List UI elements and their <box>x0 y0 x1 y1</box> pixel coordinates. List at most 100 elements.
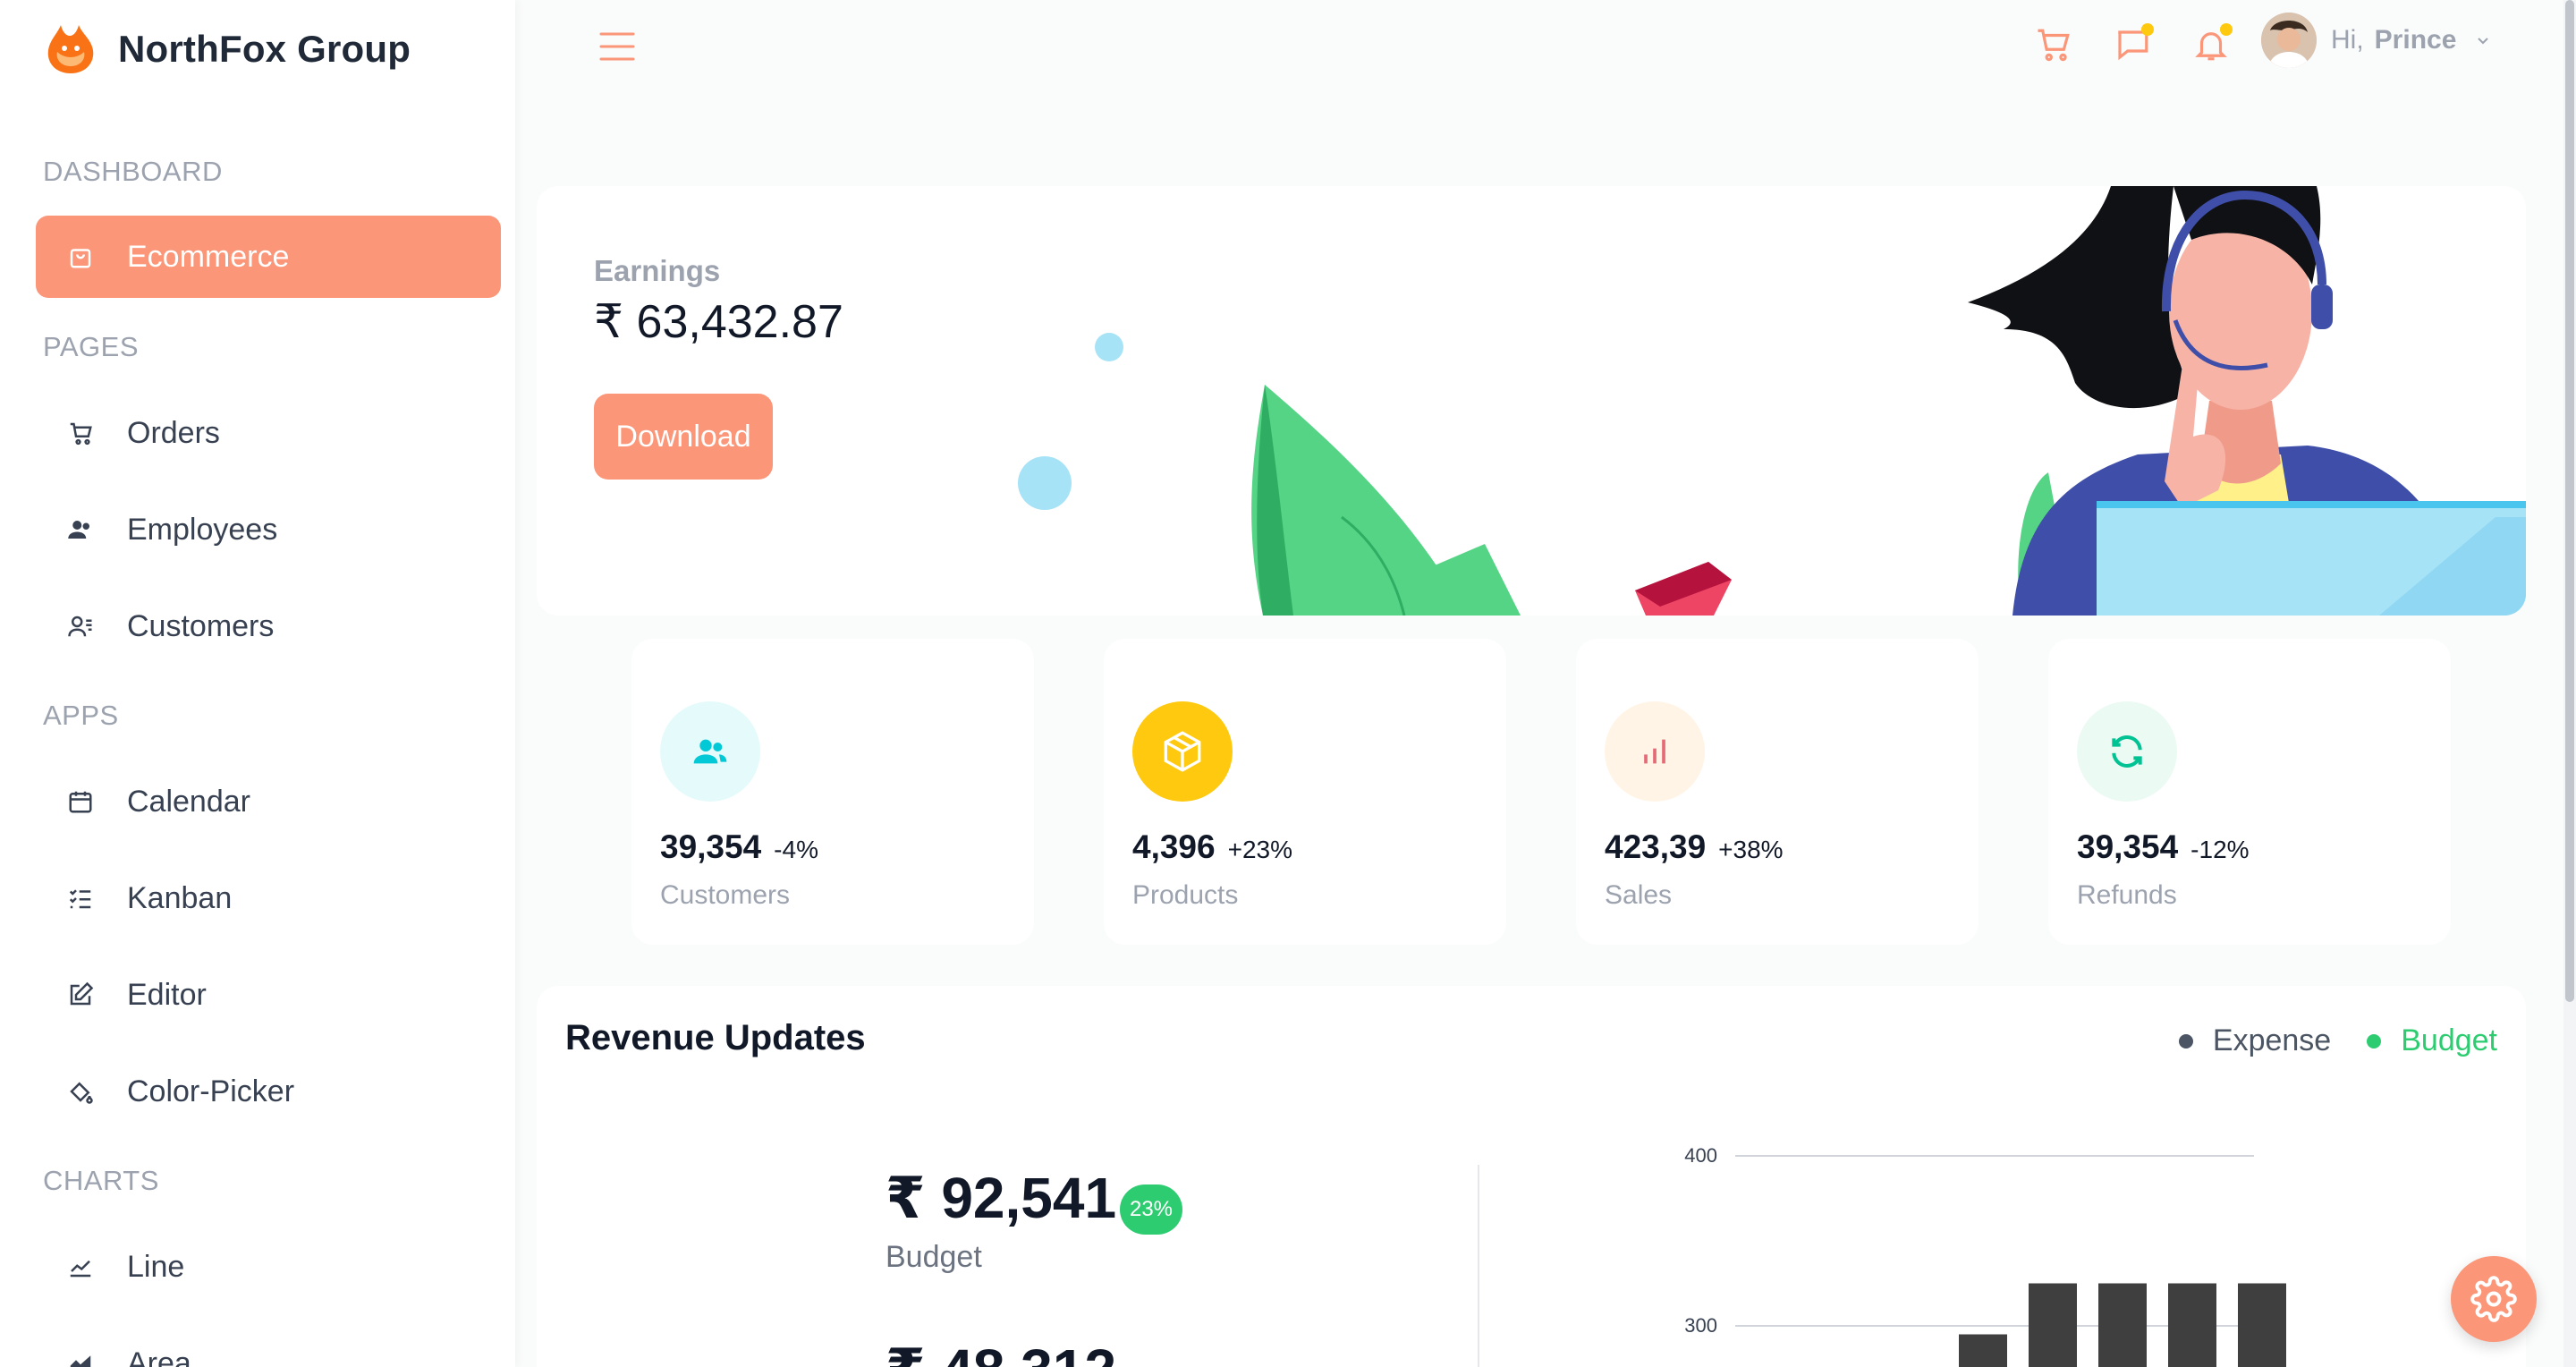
sidebar-item-label: Area <box>127 1346 191 1367</box>
chevron-down-icon <box>2478 38 2489 45</box>
stat-value: 423,39 +38% <box>1605 828 1784 866</box>
line-chart-icon <box>64 1251 97 1283</box>
earnings-label: Earnings <box>594 254 721 287</box>
chat-icon[interactable] <box>2109 21 2156 68</box>
box-icon[interactable] <box>1132 701 1233 802</box>
stat-value: 39,354 -4% <box>660 828 818 866</box>
chart-legend: Expense Budget <box>2178 1023 2497 1058</box>
chart-bar[interactable] <box>2238 1283 2286 1367</box>
sidebar-item-label: Orders <box>127 415 220 450</box>
checklist-icon <box>64 882 97 914</box>
avatar <box>2261 13 2317 68</box>
budget-label: Budget <box>886 1240 982 1274</box>
shopping-bag-icon <box>64 241 97 273</box>
sidebar-item-label: Calendar <box>127 784 250 819</box>
cart-icon[interactable] <box>2030 21 2077 68</box>
y-tick-label: 400 <box>1684 1144 1717 1167</box>
section-title-charts: CHARTS <box>43 1165 159 1196</box>
sidebar-item-color-picker[interactable]: Color-Picker <box>36 1050 501 1133</box>
scrollbar-thumb[interactable] <box>2565 0 2574 1002</box>
stat-label: Products <box>1132 880 1239 910</box>
username: Prince <box>2374 25 2457 55</box>
bar-chart-icon[interactable] <box>1605 701 1705 802</box>
edit-icon <box>64 979 97 1011</box>
stat-number: 4,396 <box>1132 828 1216 865</box>
chart-bar[interactable] <box>2098 1283 2147 1367</box>
legend-dot <box>2367 1033 2382 1049</box>
sidebar-item-label: Kanban <box>127 880 233 915</box>
brand[interactable]: NorthFox Group <box>43 20 411 79</box>
topbar: Hi, Prince <box>515 0 2576 93</box>
stat-number: 423,39 <box>1605 828 1707 865</box>
sidebar-item-kanban[interactable]: Kanban <box>36 857 501 939</box>
stat-number: 39,354 <box>2077 828 2179 865</box>
section-title-pages: PAGES <box>43 331 140 362</box>
stat-card-sales: 423,39 +38% Sales <box>1576 639 1979 945</box>
sidebar-item-label: Employees <box>127 512 278 547</box>
paint-bucket-icon <box>64 1075 97 1108</box>
divider <box>1478 1165 1479 1367</box>
people-icon[interactable] <box>660 701 760 802</box>
earnings-value: ₹ 63,432.87 <box>594 296 843 348</box>
chart-bar[interactable] <box>2029 1283 2077 1367</box>
sidebar: NorthFox Group DASHBOARD Ecommerce PAGES… <box>0 0 515 1367</box>
fox-logo-icon <box>47 25 94 73</box>
expense-value: ₹ 48,312 <box>886 1337 1116 1367</box>
sidebar-item-calendar[interactable]: Calendar <box>36 760 501 843</box>
stat-change: +38% <box>1718 836 1784 863</box>
legend-dot <box>2178 1033 2193 1049</box>
stat-label: Refunds <box>2077 880 2177 910</box>
people-icon <box>64 514 97 546</box>
cart-icon <box>64 417 97 449</box>
sidebar-item-editor[interactable]: Editor <box>36 954 501 1036</box>
stat-number: 39,354 <box>660 828 762 865</box>
stat-value: 39,354 -12% <box>2077 828 2250 866</box>
download-button[interactable]: Download <box>594 394 773 480</box>
notification-dot <box>2141 23 2154 36</box>
sidebar-item-label: Customers <box>127 608 275 643</box>
sidebar-item-line[interactable]: Line <box>36 1226 501 1308</box>
stat-change: -12% <box>2190 836 2250 863</box>
user-profile[interactable]: Hi, Prince <box>2261 13 2492 68</box>
sidebar-item-orders[interactable]: Orders <box>36 392 501 474</box>
stat-card-customers: 39,354 -4% Customers <box>631 639 1034 945</box>
scrollbar[interactable] <box>2563 0 2576 1367</box>
earnings-card: Earnings ₹ 63,432.87 Download <box>537 186 2526 616</box>
gear-icon <box>2470 1276 2517 1322</box>
stat-card-products: 4,396 +23% Products <box>1104 639 1506 945</box>
sidebar-item-ecommerce[interactable]: Ecommerce <box>36 216 501 298</box>
calendar-icon <box>64 785 97 818</box>
menu-icon[interactable] <box>596 27 639 66</box>
sidebar-item-area[interactable]: Area <box>36 1322 501 1367</box>
settings-button[interactable] <box>2451 1256 2537 1342</box>
legend-item-budget[interactable]: Budget <box>2367 1023 2497 1058</box>
brand-name: NorthFox Group <box>118 28 411 70</box>
stat-label: Sales <box>1605 880 1673 910</box>
sidebar-item-label: Editor <box>127 977 207 1012</box>
sidebar-item-label: Color-Picker <box>127 1074 295 1108</box>
stat-label: Customers <box>660 880 791 910</box>
sidebar-item-customers[interactable]: Customers <box>36 585 501 667</box>
contacts-icon <box>64 610 97 642</box>
legend-label: Budget <box>2401 1023 2497 1057</box>
greeting-text: Hi, <box>2331 25 2364 55</box>
chart-bar[interactable] <box>2168 1283 2216 1367</box>
bell-icon[interactable] <box>2188 21 2234 68</box>
refresh-icon[interactable] <box>2077 701 2177 802</box>
y-tick-label: 300 <box>1684 1314 1717 1337</box>
sidebar-item-employees[interactable]: Employees <box>36 488 501 571</box>
stat-value: 4,396 +23% <box>1132 828 1292 866</box>
notification-dot <box>2220 23 2233 36</box>
budget-value: ₹ 92,541 <box>886 1166 1117 1230</box>
legend-label: Expense <box>2212 1023 2332 1057</box>
revenue-title: Revenue Updates <box>565 1018 866 1057</box>
section-title-apps: APPS <box>43 700 119 731</box>
chart-bar[interactable] <box>1959 1334 2007 1367</box>
percentage-badge: 23% <box>1120 1184 1182 1235</box>
sidebar-item-label: Ecommerce <box>127 239 290 274</box>
support-illustration <box>1018 186 2526 616</box>
revenue-bar-chart: 400 300 <box>1684 1144 2286 1367</box>
revenue-card: Revenue Updates Expense Budget ₹ 92,541 … <box>537 986 2526 1367</box>
legend-item-expense[interactable]: Expense <box>2178 1023 2332 1058</box>
area-chart-icon <box>64 1347 97 1367</box>
